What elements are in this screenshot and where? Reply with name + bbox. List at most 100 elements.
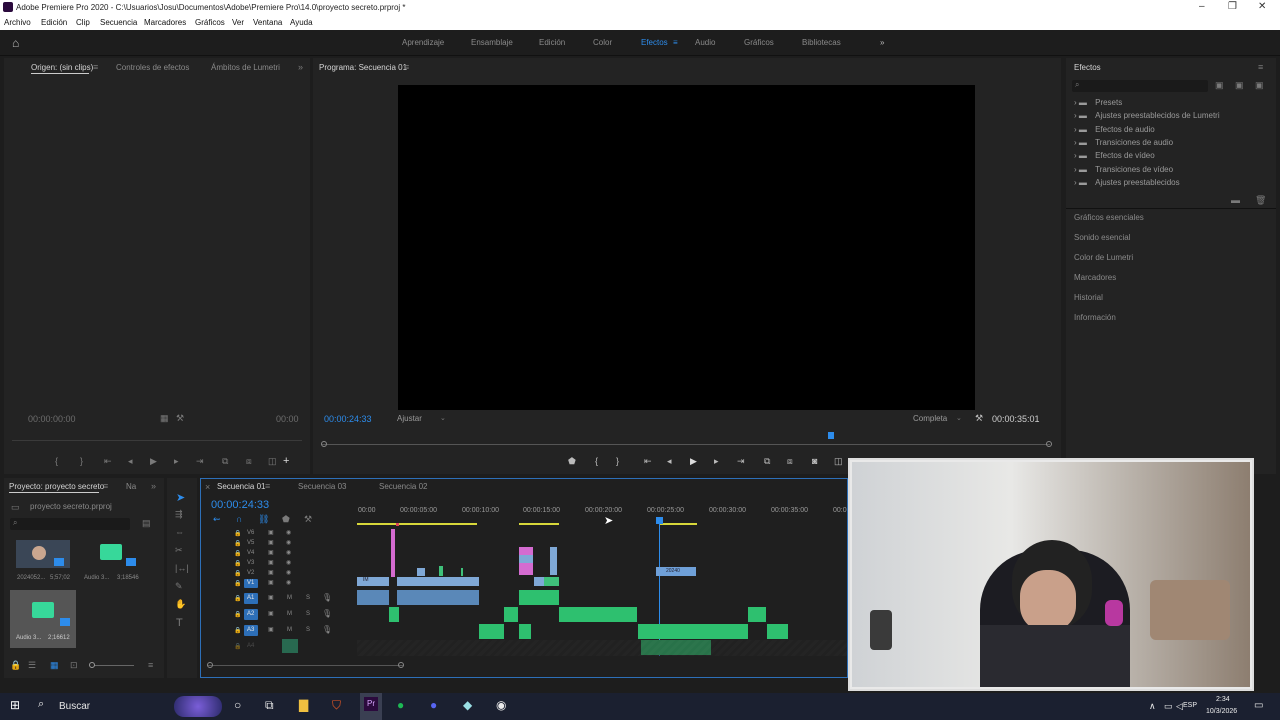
sync-lock-icon[interactable]: ▣ (268, 610, 274, 617)
mute-button[interactable]: M (287, 595, 292, 601)
go-out-icon[interactable]: ⇥ (737, 456, 745, 467)
workspace-more-icon[interactable]: » (880, 38, 884, 47)
workspace-audio[interactable]: Audio (695, 38, 715, 47)
go-in-icon[interactable]: ⇤ (644, 456, 652, 467)
scrubber-start-handle[interactable] (321, 441, 327, 447)
timeline-clip[interactable] (519, 547, 533, 555)
go-in-icon[interactable]: ⇤ (104, 456, 112, 467)
timeline-clip[interactable] (417, 568, 425, 576)
effects-folder[interactable]: › ▬ Transiciones de vídeo (1074, 165, 1173, 174)
snap-icon[interactable]: ∩ (236, 514, 242, 524)
timeline-clip[interactable] (391, 529, 395, 577)
file-explorer-icon[interactable]: ▇ (299, 698, 308, 712)
obs-icon[interactable]: ◉ (496, 698, 506, 712)
sync-lock-icon[interactable]: ▣ (268, 626, 274, 633)
audio-thumbnail[interactable] (84, 540, 138, 568)
discord-icon[interactable]: ● (430, 698, 437, 712)
step-back-icon[interactable]: ◂ (667, 456, 672, 467)
workspace-menu-icon[interactable]: ≡ (673, 38, 678, 47)
search-icon[interactable]: ⌕ (38, 698, 44, 711)
extract-icon[interactable]: ⧈ (787, 456, 793, 467)
comparison-icon[interactable]: ◫ (834, 456, 843, 467)
sync-lock-icon[interactable]: ▣ (268, 559, 274, 566)
microphone-icon[interactable]: 🎙 (322, 609, 332, 618)
scrollbar-start-handle[interactable] (207, 662, 213, 668)
taskbar-date[interactable]: 10/3/2026 (1206, 708, 1237, 715)
slip-tool-icon[interactable]: |↔| (175, 563, 189, 573)
type-tool-icon[interactable]: T (176, 617, 183, 629)
workspace-graficos[interactable]: Gráficos (744, 38, 774, 47)
mark-out-icon[interactable]: } (616, 456, 619, 466)
effects-folder[interactable]: › ▬ Efectos de audio (1074, 125, 1155, 134)
graphic-clip[interactable]: 20240 (656, 567, 696, 576)
scrubber-end-handle[interactable] (1046, 441, 1052, 447)
timeline-timecode[interactable]: 00:00:24:33 (211, 499, 269, 511)
workspace-edicion[interactable]: Edición (539, 38, 565, 47)
search-highlight-icon[interactable] (174, 696, 222, 717)
sort-icon[interactable]: ≡ (148, 660, 153, 670)
timeline-playhead[interactable] (656, 517, 663, 524)
windows-start-icon[interactable]: ⊞ (10, 698, 20, 712)
audio-clip[interactable] (397, 590, 479, 605)
timeline-clip[interactable] (397, 577, 479, 586)
settings-icon[interactable]: ▦ (160, 413, 169, 424)
project-menu-icon[interactable]: ≡ (103, 481, 108, 491)
program-playhead[interactable] (828, 432, 834, 439)
delete-icon[interactable]: 🗑 (1255, 195, 1266, 206)
volume-icon[interactable]: ◁ (1176, 701, 1183, 712)
menu-marcadores[interactable]: Marcadores (144, 18, 186, 27)
insert-icon[interactable]: ⧉ (222, 456, 228, 467)
timeline-clip[interactable] (439, 566, 443, 576)
tab-secuencia-01[interactable]: Secuencia 01 (217, 482, 265, 491)
workspace-ensamblaje[interactable]: Ensamblaje (471, 38, 513, 47)
add-button-icon[interactable]: + (283, 455, 289, 467)
eye-icon[interactable]: ◉ (286, 539, 291, 546)
panel-informacion[interactable]: Información (1074, 313, 1116, 322)
a4-track-area[interactable] (357, 640, 847, 656)
notifications-icon[interactable]: ▭ (1254, 700, 1263, 711)
sync-lock-icon[interactable]: ▣ (268, 539, 274, 546)
task-view-icon[interactable]: ⧉ (265, 698, 274, 713)
home-icon[interactable]: ⌂ (12, 36, 19, 50)
wrench-icon[interactable]: ⚒ (975, 413, 983, 424)
program-menu-icon[interactable]: ≡ (404, 62, 409, 72)
sync-lock-icon[interactable]: ▣ (268, 579, 274, 586)
taskbar-search[interactable]: Buscar (59, 701, 90, 712)
notes-app-icon[interactable]: ◆ (463, 698, 472, 712)
zoom-slider[interactable] (94, 665, 134, 666)
new-bin-icon[interactable]: ▬ (1231, 195, 1240, 205)
lock-icon[interactable]: 🔒 (234, 643, 241, 650)
program-timecode[interactable]: 00:00:24:33 (324, 414, 372, 424)
add-marker-icon[interactable]: ⬟ (282, 514, 290, 525)
tab-programa[interactable]: Programa: Secuencia 01 (319, 63, 407, 72)
selection-tool-icon[interactable]: ➤ (176, 491, 185, 504)
timeline-clip[interactable] (519, 555, 533, 563)
source-scrubber[interactable] (12, 440, 302, 441)
solo-button[interactable]: S (306, 611, 310, 617)
audio-clip[interactable] (519, 624, 531, 639)
effects-menu-icon[interactable]: ≡ (1258, 62, 1263, 72)
ripple-edit-tool-icon[interactable]: ⇔ (175, 527, 184, 537)
menu-archivo[interactable]: Archivo (4, 18, 31, 27)
mark-out-icon[interactable]: } (80, 456, 83, 466)
mute-button[interactable]: M (287, 611, 292, 617)
tab-media-browser[interactable]: Na (126, 482, 136, 491)
more-tabs-icon[interactable]: » (151, 481, 156, 491)
close-tab-icon[interactable]: × (205, 482, 210, 492)
menu-edicion[interactable]: Edición (41, 18, 67, 27)
panel-graficos-esenciales[interactable]: Gráficos esenciales (1074, 213, 1144, 222)
play-icon[interactable]: ▶ (690, 456, 697, 467)
step-forward-icon[interactable]: ▸ (174, 456, 179, 467)
zoom-slider-handle[interactable] (89, 662, 95, 668)
timeline-clip[interactable] (461, 568, 463, 576)
eye-icon[interactable]: ◉ (286, 569, 291, 576)
sync-lock-icon[interactable]: ▣ (268, 549, 274, 556)
workspace-efectos[interactable]: Efectos (641, 38, 668, 47)
sequence-menu-icon[interactable]: ≡ (265, 481, 270, 491)
audio-clip[interactable] (638, 624, 748, 639)
list-view-icon[interactable]: ☰ (28, 660, 36, 671)
razor-tool-icon[interactable]: ✂ (175, 545, 183, 556)
export-frame-icon[interactable]: ◫ (268, 456, 277, 467)
audio-clip[interactable] (504, 607, 518, 622)
timeline-clip[interactable] (534, 577, 544, 586)
